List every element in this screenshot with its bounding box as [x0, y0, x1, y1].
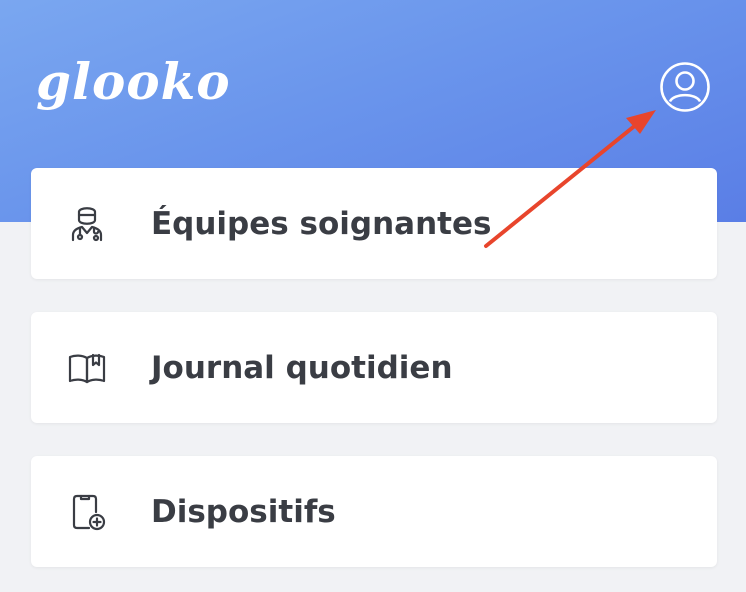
menu-item-label: Dispositifs	[151, 493, 336, 530]
menu-item-devices[interactable]: Dispositifs	[31, 456, 717, 567]
user-circle-icon	[660, 62, 710, 112]
menu-item-label: Journal quotidien	[151, 349, 453, 386]
doctor-icon	[63, 200, 111, 248]
glooko-logo: glooko	[36, 52, 231, 111]
book-icon	[63, 344, 111, 392]
device-add-icon	[63, 488, 111, 536]
menu-item-label: Équipes soignantes	[151, 205, 492, 242]
menu-item-care-teams[interactable]: Équipes soignantes	[31, 168, 717, 279]
profile-button[interactable]	[658, 60, 712, 114]
menu-item-daily-journal[interactable]: Journal quotidien	[31, 312, 717, 423]
